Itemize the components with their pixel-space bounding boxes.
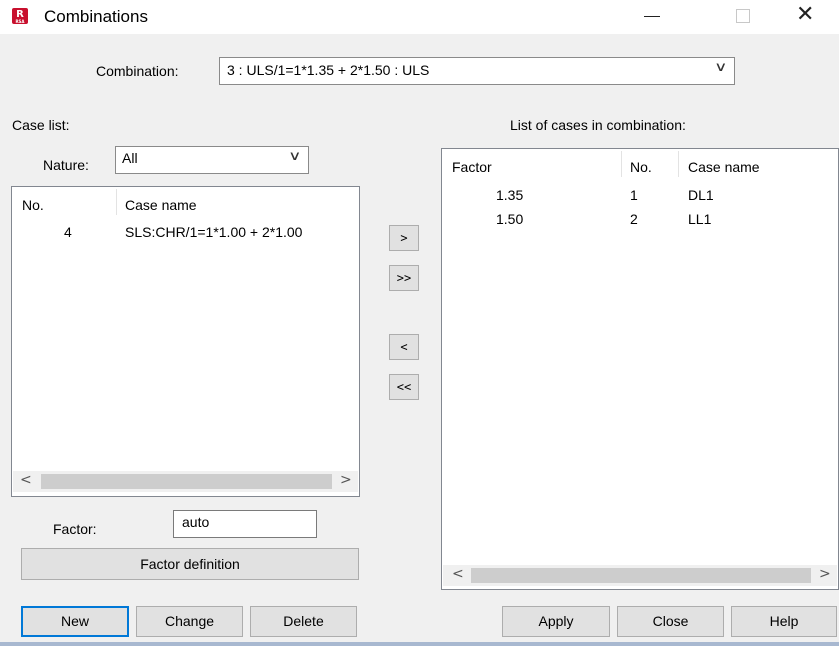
column-separator xyxy=(678,151,679,177)
maximize-icon[interactable] xyxy=(736,9,750,23)
scrollbar-thumb[interactable] xyxy=(41,474,332,489)
close-button[interactable]: Close xyxy=(617,606,724,637)
scroll-left-icon[interactable]: < xyxy=(20,472,32,488)
app-logo-icon: R RSA xyxy=(12,8,28,24)
column-separator xyxy=(116,189,117,215)
column-header-case-name[interactable]: Case name xyxy=(125,197,197,213)
column-header-no[interactable]: No. xyxy=(22,197,44,213)
factor-definition-button[interactable]: Factor definition xyxy=(21,548,359,580)
delete-button[interactable]: Delete xyxy=(250,606,357,637)
window-title: Combinations xyxy=(44,7,148,26)
combination-selected-value: 3 : ULS/1=1*1.35 + 2*1.50 : ULS xyxy=(227,62,430,78)
new-button[interactable]: New xyxy=(21,606,129,637)
combination-cases-title: List of cases in combination: xyxy=(510,117,686,133)
add-case-button[interactable]: > xyxy=(389,225,419,251)
change-button[interactable]: Change xyxy=(136,606,243,637)
scroll-right-icon[interactable]: > xyxy=(340,472,352,488)
factor-input[interactable]: auto xyxy=(173,510,317,538)
column-header-no[interactable]: No. xyxy=(630,159,652,175)
row-no: 2 xyxy=(630,211,638,227)
minimize-icon[interactable] xyxy=(644,16,660,17)
close-icon[interactable]: ✕ xyxy=(796,2,814,27)
case-list[interactable]: No. Case name 4 SLS:CHR/1=1*1.00 + 2*1.0… xyxy=(11,186,360,497)
scrollbar-thumb[interactable] xyxy=(471,568,811,583)
add-all-cases-button[interactable]: >> xyxy=(389,265,419,291)
column-separator xyxy=(621,151,622,177)
factor-input-value: auto xyxy=(182,514,210,530)
combination-select[interactable]: 3 : ULS/1=1*1.35 + 2*1.50 : ULS ∨ xyxy=(219,57,735,85)
column-header-factor[interactable]: Factor xyxy=(452,159,492,175)
nature-select[interactable]: All ∨ xyxy=(115,146,309,174)
row-no: 4 xyxy=(64,224,72,240)
apply-button[interactable]: Apply xyxy=(502,606,610,637)
nature-label: Nature: xyxy=(43,157,89,173)
help-button[interactable]: Help xyxy=(731,606,837,637)
app-logo-caption: RSA xyxy=(15,19,25,24)
row-factor: 1.50 xyxy=(496,211,524,227)
horizontal-scrollbar[interactable]: < > xyxy=(13,471,358,492)
remove-case-button[interactable]: < xyxy=(389,334,419,360)
factor-label: Factor: xyxy=(53,521,97,537)
row-case-name: SLS:CHR/1=1*1.00 + 2*1.00 xyxy=(125,224,303,240)
combination-label: Combination: xyxy=(96,63,179,79)
chevron-down-icon: ∨ xyxy=(714,60,728,75)
nature-selected-value: All xyxy=(122,150,138,166)
column-header-case-name[interactable]: Case name xyxy=(688,159,760,175)
combination-case-list[interactable]: Factor No. Case name 1.35 1 DL1 1.50 2 L… xyxy=(441,148,839,590)
row-case-name: DL1 xyxy=(688,187,714,203)
row-factor: 1.35 xyxy=(496,187,524,203)
row-case-name: LL1 xyxy=(688,211,712,227)
scroll-right-icon[interactable]: > xyxy=(819,566,831,582)
window-bottom-edge xyxy=(0,642,839,646)
chevron-down-icon: ∨ xyxy=(288,149,302,164)
remove-all-cases-button[interactable]: << xyxy=(389,374,419,400)
scroll-left-icon[interactable]: < xyxy=(452,566,464,582)
horizontal-scrollbar[interactable]: < > xyxy=(443,565,837,586)
case-list-title: Case list: xyxy=(12,117,70,133)
row-no: 1 xyxy=(630,187,638,203)
